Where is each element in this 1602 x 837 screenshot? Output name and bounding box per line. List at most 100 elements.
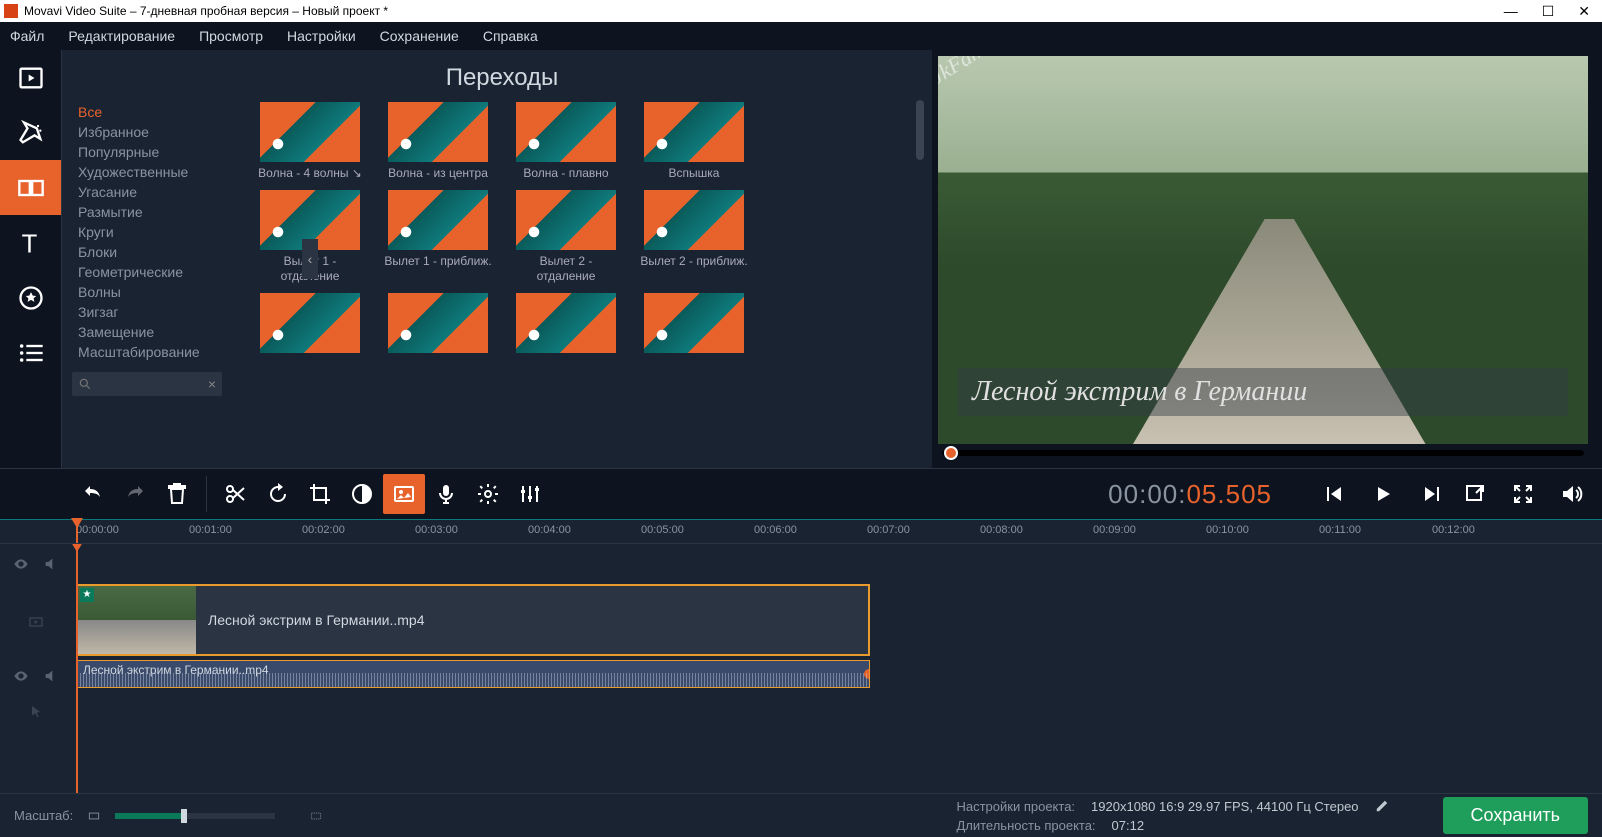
more-tab[interactable] [0,325,61,380]
fullscreen-button[interactable] [1502,474,1544,514]
next-frame-button[interactable] [1412,474,1454,514]
thumb-image [516,293,616,353]
transition-thumb[interactable] [638,293,750,357]
filters-tab[interactable] [0,105,61,160]
media-tab[interactable] [0,50,61,105]
thumb-image [516,102,616,162]
color-button[interactable] [341,474,383,514]
crop-button[interactable] [299,474,341,514]
category-item[interactable]: Волны [72,282,242,302]
category-item[interactable]: Геометрические [72,262,242,282]
audio-clip[interactable]: Лесной экстрим в Германии..mp4 [76,660,870,688]
transition-thumb[interactable] [254,293,366,357]
timeline-ruler[interactable]: 00:00:0000:01:0000:02:0000:03:0000:04:00… [0,520,1602,544]
transition-thumb[interactable]: Волна - плавно [510,102,622,180]
window-title: Movavi Video Suite – 7-дневная пробная в… [24,4,1504,18]
record-audio-button[interactable] [425,474,467,514]
ruler-tick: 00:04:00 [528,524,571,536]
close-button[interactable]: ✕ [1578,3,1590,20]
playhead-line[interactable] [76,544,78,793]
menu-Редактирование[interactable]: Редактирование [68,28,175,44]
save-button[interactable]: Сохранить [1443,797,1588,834]
panel-scrollbar[interactable] [916,100,924,160]
redo-button[interactable] [114,474,156,514]
menu-Файл[interactable]: Файл [10,28,44,44]
menu-Справка[interactable]: Справка [483,28,538,44]
category-search[interactable]: × [72,372,222,396]
category-item[interactable]: Размытие [72,202,242,222]
minimize-button[interactable]: — [1504,3,1518,20]
audio-properties-button[interactable] [509,474,551,514]
thumb-label: Вылет 1 - приближ. [384,254,491,268]
left-rail: T [0,50,62,468]
stickers-tab[interactable] [0,270,61,325]
transition-thumb[interactable] [382,293,494,357]
category-item[interactable]: Все [72,102,242,122]
zoom-slider[interactable] [115,813,275,819]
clip-properties-button[interactable] [383,474,425,514]
thumb-label: Волна - плавно [523,166,608,180]
category-item[interactable]: Художественные [72,162,242,182]
menubar: Файл Редактирование Просмотр Настройки Сохра… [0,22,1602,50]
zoom-fit-icon[interactable] [309,809,323,823]
transitions-tab[interactable] [0,160,61,215]
category-item[interactable]: Избранное [72,122,242,142]
prev-frame-button[interactable] [1312,474,1354,514]
rotate-button[interactable] [257,474,299,514]
thumb-image [388,190,488,250]
transition-thumb[interactable]: Вылет 2 - приближ. [638,190,750,283]
transition-thumb[interactable]: Вылет 1 - приближ. [382,190,494,283]
volume-button[interactable] [1550,474,1592,514]
transition-thumb[interactable]: Волна - из центра [382,102,494,180]
edit-settings-icon[interactable] [1375,799,1389,813]
delete-button[interactable] [156,474,198,514]
menu-Сохранение[interactable]: Сохранение [380,28,459,44]
playhead[interactable] [76,520,78,543]
maximize-button[interactable]: ☐ [1542,3,1555,20]
titles-tab[interactable]: T [0,215,61,270]
clip-handle[interactable] [864,669,870,679]
project-duration-value: 07:12 [1112,818,1145,833]
category-item[interactable]: Масштабирование [72,342,242,362]
category-item[interactable]: Угасание [72,182,242,202]
seek-bar[interactable] [938,444,1588,462]
menu-Просмотр[interactable]: Просмотр [199,28,263,44]
video-clip-label: Лесной экстрим в Германии..mp4 [196,612,425,628]
settings-button[interactable] [467,474,509,514]
video-clip[interactable]: Лесной экстрим в Германии..mp4 [76,584,870,656]
play-button[interactable] [1362,474,1404,514]
transition-thumb[interactable] [510,293,622,357]
category-item[interactable]: Блоки [72,242,242,262]
clear-search-icon[interactable]: × [208,376,216,392]
eye-icon[interactable] [13,556,29,572]
timeline[interactable]: Лесной экстрим в Германии..mp4 Лесной эк… [0,544,1602,793]
svg-text:T: T [21,230,37,257]
eye-icon[interactable] [13,668,29,684]
mute-icon[interactable] [43,556,59,572]
split-button[interactable] [215,474,257,514]
thumb-label: Вспышка [669,166,720,180]
thumb-label: Волна - 4 волны ↘ [258,166,362,180]
category-item[interactable]: Круги [72,222,242,242]
category-item[interactable]: Замещение [72,322,242,342]
zoom-out-icon[interactable] [87,809,101,823]
thumb-image [388,102,488,162]
undo-button[interactable] [72,474,114,514]
preview-video[interactable]: JkFam Лесной экстрим в Германии [938,56,1588,444]
mute-icon[interactable] [43,668,59,684]
transitions-panel: Переходы ВсеИзбранноеПопулярныеХудожеств… [62,50,932,468]
transition-thumb[interactable]: Вылет 2 - отдаление [510,190,622,283]
seek-handle[interactable] [944,446,958,460]
collapse-categories[interactable]: ‹ [302,239,318,279]
category-item[interactable]: Зигзаг [72,302,242,322]
zoom-label: Масштаб: [14,808,73,823]
transition-thumb[interactable]: Волна - 4 волны ↘ [254,102,366,180]
menu-Настройки[interactable]: Настройки [287,28,356,44]
detach-preview-button[interactable] [1454,474,1496,514]
panel-title: Переходы [72,60,932,102]
ruler-tick: 00:08:00 [980,524,1023,536]
transition-thumb[interactable]: Вспышка [638,102,750,180]
ruler-tick: 00:09:00 [1093,524,1136,536]
titlebar: Movavi Video Suite – 7-дневная пробная в… [0,0,1602,22]
category-item[interactable]: Популярные [72,142,242,162]
